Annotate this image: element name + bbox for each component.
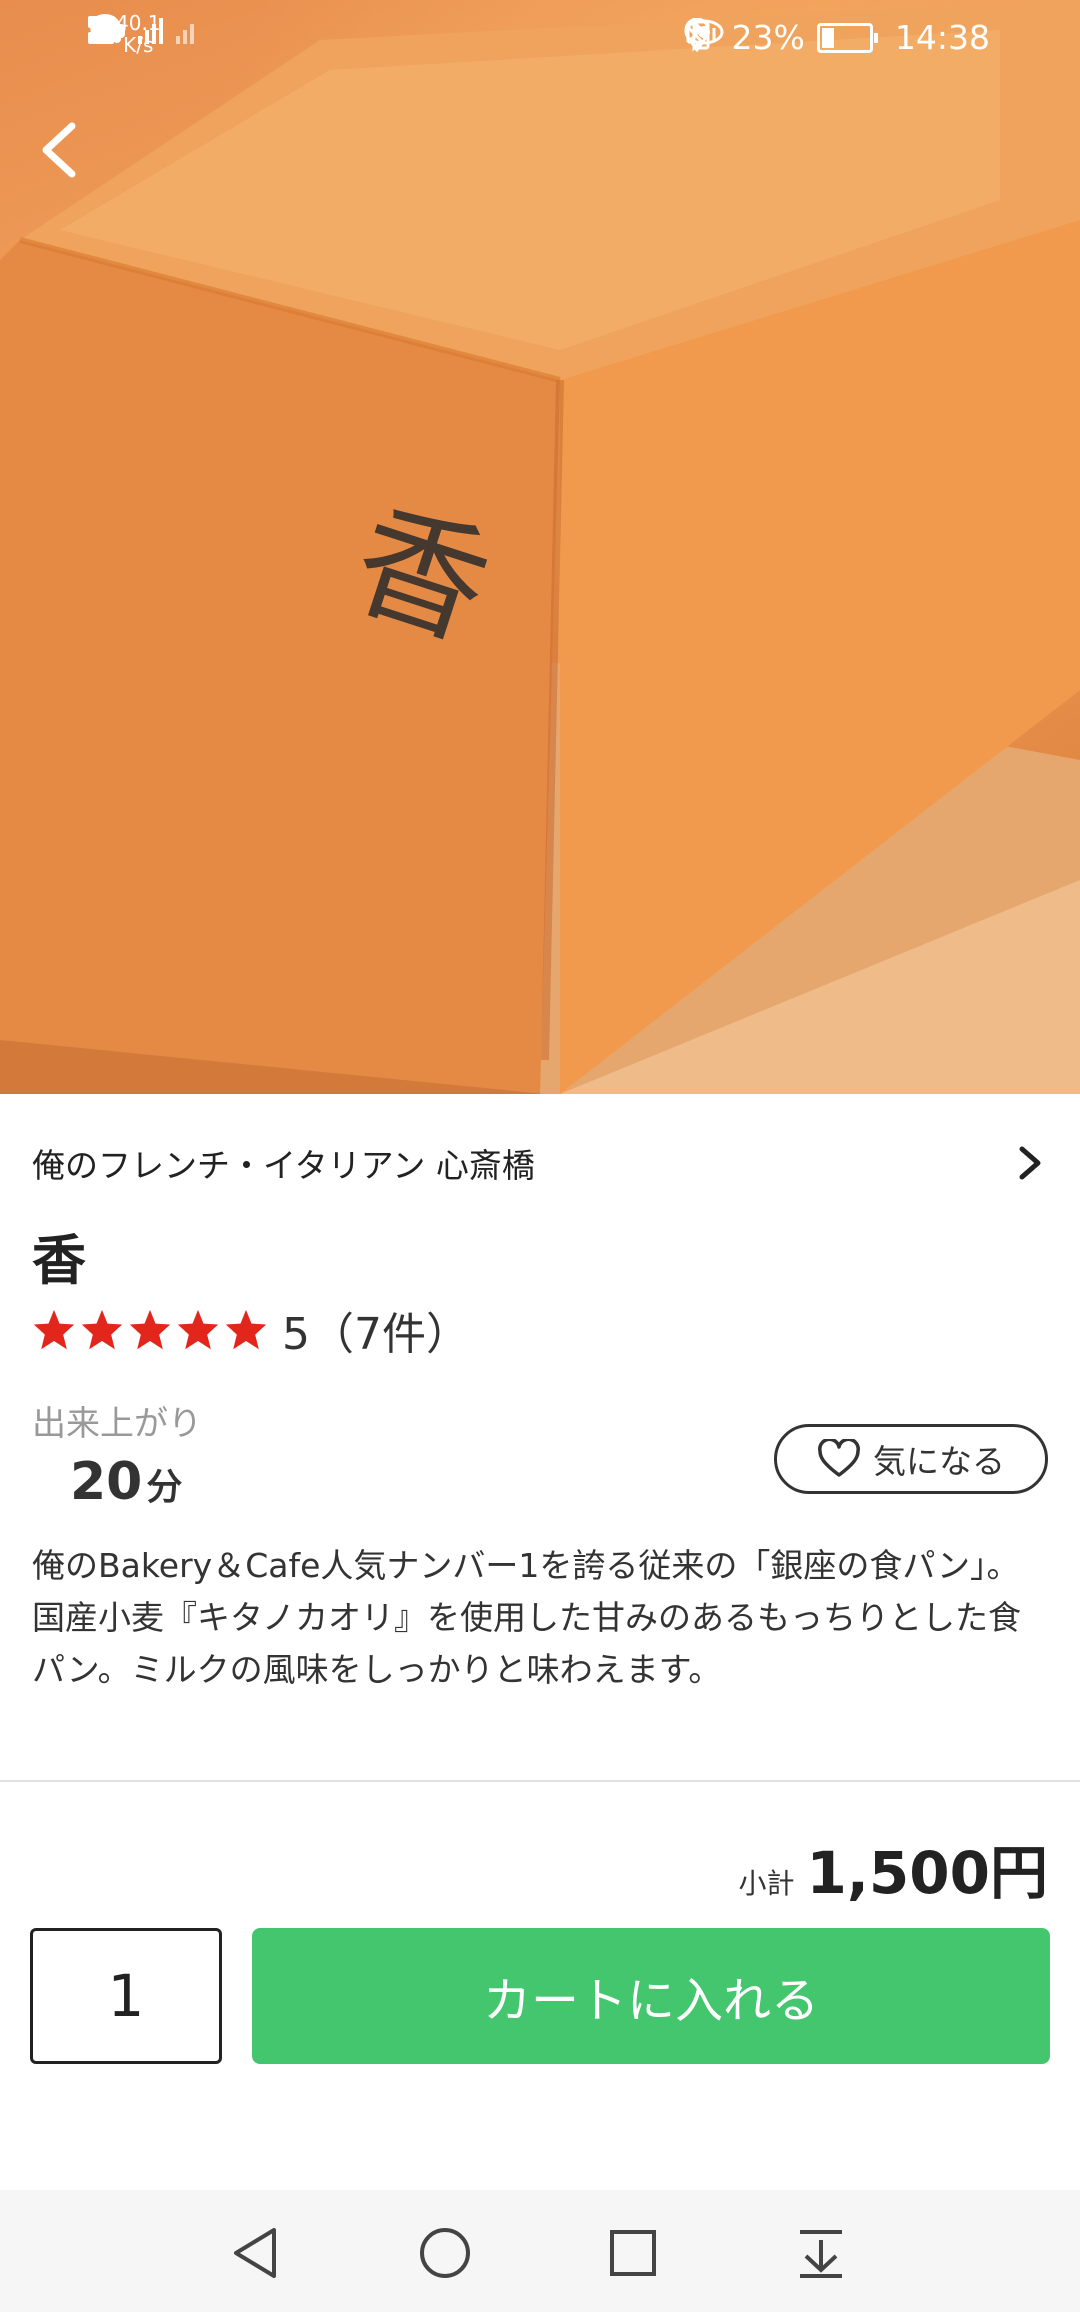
star-icon xyxy=(33,1309,75,1350)
system-nav-bar xyxy=(0,2190,1080,2312)
subtotal: 小計 1,500円 xyxy=(739,1826,1048,1910)
add-to-cart-button[interactable]: カートに入れる xyxy=(252,1928,1050,2064)
favorite-button[interactable]: 気になる xyxy=(774,1424,1048,1494)
rating-text: 5（7件） xyxy=(282,1309,470,1360)
shop-name: 俺のフレンチ・イタリアン 心斎橋 xyxy=(32,1146,535,1185)
clock: 14:38 xyxy=(894,18,990,57)
product-description: 俺のBakery＆Cafe人気ナンバー1を誇る従来の「銀座の食パン」。国産小麦『… xyxy=(32,1546,1022,1689)
nav-back-icon[interactable] xyxy=(222,2218,292,2288)
star-icon xyxy=(225,1309,267,1350)
star-icon xyxy=(177,1309,219,1350)
shop-link[interactable]: 俺のフレンチ・イタリアン 心斎橋 xyxy=(32,1128,1048,1198)
star-icon xyxy=(81,1309,123,1350)
product-title: 香 xyxy=(32,1229,86,1292)
back-button[interactable] xyxy=(36,120,96,190)
status-bar: 40.1 K/s 23% 14:38 xyxy=(0,0,1080,78)
divider xyxy=(0,1780,1080,1782)
chevron-right-icon xyxy=(1019,1146,1041,1180)
bread-illustration xyxy=(0,0,1080,1094)
subtotal-label: 小計 xyxy=(738,1867,795,1900)
star-rating xyxy=(32,1308,268,1352)
battery-icon xyxy=(816,22,878,53)
ready-time: 20 分 xyxy=(70,1452,182,1512)
star-icon xyxy=(129,1309,171,1350)
ready-time-value: 20 xyxy=(70,1452,143,1512)
heart-icon xyxy=(818,1439,860,1477)
product-image: 香 40.1 K/s 23% 14:38 xyxy=(0,0,1080,1094)
nav-notification-icon[interactable] xyxy=(786,2218,856,2288)
favorite-label: 気になる xyxy=(873,1442,1005,1481)
battery-percent: 23% xyxy=(731,18,805,57)
quantity-field[interactable]: 1 xyxy=(30,1928,222,2064)
nav-home-icon[interactable] xyxy=(410,2218,480,2288)
ready-time-unit: 分 xyxy=(146,1467,183,1508)
rating: 5（7件） xyxy=(32,1300,470,1360)
subtotal-value: 1,500円 xyxy=(806,1839,1048,1907)
ready-time-label: 出来上がり xyxy=(32,1404,202,1444)
nav-recents-icon[interactable] xyxy=(598,2218,668,2288)
back-arrow-icon xyxy=(42,122,76,178)
